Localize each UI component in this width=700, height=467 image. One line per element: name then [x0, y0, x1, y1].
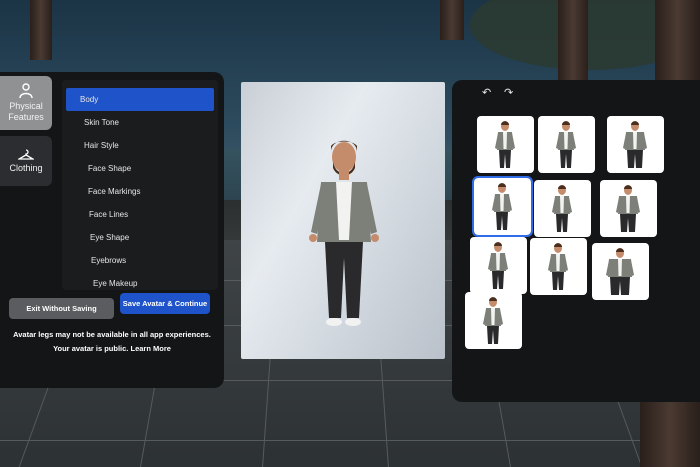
privacy-note: Your avatar is public. Learn More: [0, 344, 224, 353]
wooden-post: [655, 0, 700, 90]
redo-icon[interactable]: ↷: [504, 86, 513, 99]
menu-item-face-lines[interactable]: Face Lines: [66, 203, 214, 226]
body-option-6[interactable]: [600, 180, 657, 237]
menu-item-hair-style[interactable]: Hair Style: [66, 134, 214, 157]
body-option-2[interactable]: [538, 116, 595, 173]
body-options-menu: Body Skin Tone Hair Style Face Shape Fac…: [62, 80, 218, 290]
body-option-5[interactable]: [534, 180, 591, 237]
avatar-thumbnail: [488, 242, 508, 289]
avatar-thumbnail: [492, 183, 512, 230]
menu-item-face-markings[interactable]: Face Markings: [66, 180, 214, 203]
avatar-thumbnail: [606, 248, 634, 295]
menu-item-eye-shape[interactable]: Eye Shape: [66, 226, 214, 249]
avatar-figure: [309, 140, 379, 326]
body-option-10[interactable]: [465, 292, 522, 349]
avatar-mirror-preview: [241, 82, 445, 359]
menu-item-body[interactable]: Body: [66, 88, 214, 111]
person-icon: [19, 83, 33, 99]
wooden-post: [558, 0, 588, 80]
tab-clothing[interactable]: Clothing: [0, 136, 52, 186]
privacy-text: Your avatar is public.: [53, 344, 129, 353]
undo-icon[interactable]: ↶: [482, 86, 491, 99]
avatar-thumbnail: [548, 243, 568, 290]
body-option-4[interactable]: [472, 176, 533, 237]
save-avatar-button[interactable]: Save Avatar & Continue: [120, 293, 210, 314]
body-option-3[interactable]: [607, 116, 664, 173]
avatar-thumbnail: [623, 121, 647, 168]
menu-item-eye-makeup[interactable]: Eye Makeup: [66, 272, 214, 290]
wooden-post: [440, 0, 464, 40]
body-option-9[interactable]: [592, 243, 649, 300]
body-option-1[interactable]: [477, 116, 534, 173]
legs-availability-note: Avatar legs may not be available in all …: [13, 330, 211, 339]
body-option-7[interactable]: [470, 237, 527, 294]
tab-physical-features[interactable]: Physical Features: [0, 76, 52, 130]
avatar-thumbnail: [552, 185, 572, 232]
avatar-thumbnail: [495, 121, 515, 168]
hanger-icon: [18, 148, 34, 160]
wooden-post: [30, 0, 52, 60]
menu-item-face-shape[interactable]: Face Shape: [66, 157, 214, 180]
tab-label: Physical Features: [8, 101, 44, 122]
tab-label: Clothing: [9, 162, 43, 173]
body-type-picker: ↶ ↷: [452, 80, 700, 402]
exit-without-saving-button[interactable]: Exit Without Saving: [9, 298, 114, 319]
avatar-editor-panel: Physical Features Clothing Body Skin Ton…: [0, 72, 224, 388]
avatar-thumbnail: [483, 297, 503, 344]
menu-item-skin-tone[interactable]: Skin Tone: [66, 111, 214, 134]
learn-more-link[interactable]: Learn More: [130, 344, 170, 353]
avatar-thumbnail: [556, 121, 576, 168]
avatar-thumbnail: [616, 185, 640, 232]
menu-item-eyebrows[interactable]: Eyebrows: [66, 249, 214, 272]
body-option-8[interactable]: [530, 238, 587, 295]
